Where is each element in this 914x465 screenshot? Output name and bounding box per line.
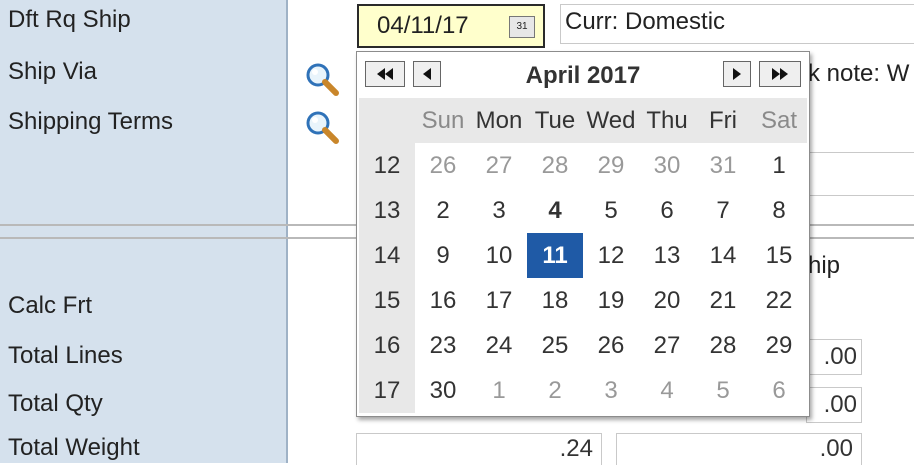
week-row: 15 16 17 18 19 20 21 22: [359, 278, 807, 323]
calendar-day[interactable]: 23: [415, 323, 471, 368]
total-weight-field: .24: [356, 433, 602, 465]
calendar-day[interactable]: 13: [639, 233, 695, 278]
calendar-day[interactable]: 5: [583, 188, 639, 233]
week-number: 17: [359, 368, 415, 413]
calendar-day[interactable]: 5: [695, 368, 751, 413]
right-arrow-icon: [733, 68, 741, 80]
calendar-day[interactable]: 30: [415, 368, 471, 413]
calendar-day[interactable]: 29: [583, 143, 639, 188]
prev-month-button[interactable]: [413, 61, 441, 87]
total-qty-field: .00: [806, 387, 862, 423]
calendar-day[interactable]: 25: [527, 323, 583, 368]
calendar-day[interactable]: 17: [471, 278, 527, 323]
week-number: 13: [359, 188, 415, 233]
total-qty-label: Total Qty: [8, 390, 103, 417]
calendar-day[interactable]: 22: [751, 278, 807, 323]
calendar-day[interactable]: 29: [751, 323, 807, 368]
dft-rq-ship-date-input[interactable]: 04/11/17 31: [357, 4, 545, 48]
calendar-day-selected[interactable]: 11: [527, 233, 583, 278]
day-header: Fri: [695, 98, 751, 143]
magnifier-icon: [306, 63, 339, 96]
calendar-day[interactable]: 21: [695, 278, 751, 323]
shipping-terms-lookup-button[interactable]: [302, 108, 342, 148]
magnifier-icon: [306, 111, 339, 144]
week-row: 14 9 10 11 12 13 14 15: [359, 233, 807, 278]
calendar-day[interactable]: 19: [583, 278, 639, 323]
total-lines-label: Total Lines: [8, 342, 123, 369]
calendar-grid: Sun Mon Tue Wed Thu Fri Sat 12 26 27 28 …: [359, 98, 807, 413]
calendar-day[interactable]: 1: [751, 143, 807, 188]
calendar-popup: April 2017 Sun Mon Tue Wed Thu Fri Sat 1…: [356, 51, 810, 417]
calendar-day[interactable]: 26: [415, 143, 471, 188]
ship-via-lookup-button[interactable]: [302, 60, 342, 100]
calendar-day[interactable]: 18: [527, 278, 583, 323]
ship-via-label: Ship Via: [8, 58, 97, 85]
total-weight-field-2: .00: [616, 433, 862, 465]
calendar-day[interactable]: 24: [471, 323, 527, 368]
calendar-day[interactable]: 3: [583, 368, 639, 413]
calendar-day[interactable]: 12: [583, 233, 639, 278]
week-row: 13 2 3 4 5 6 7 8: [359, 188, 807, 233]
day-header: Sun: [415, 98, 471, 143]
calendar-day[interactable]: 30: [639, 143, 695, 188]
calendar-day-today[interactable]: 4: [527, 188, 583, 233]
prev-year-button[interactable]: [365, 61, 405, 87]
calendar-day[interactable]: 20: [639, 278, 695, 323]
calendar-day[interactable]: 2: [415, 188, 471, 233]
next-month-button[interactable]: [723, 61, 751, 87]
calendar-day[interactable]: 16: [415, 278, 471, 323]
day-header: Tue: [527, 98, 583, 143]
currency-field: Curr: Domestic: [560, 4, 914, 44]
week-row: 12 26 27 28 29 30 31 1: [359, 143, 807, 188]
dft-rq-ship-label: Dft Rq Ship: [8, 6, 131, 33]
calendar-day[interactable]: 27: [471, 143, 527, 188]
note-text: k note: W: [808, 60, 910, 87]
calendar-day[interactable]: 26: [583, 323, 639, 368]
calendar-day[interactable]: 6: [751, 368, 807, 413]
calendar-day[interactable]: 1: [471, 368, 527, 413]
week-row: 16 23 24 25 26 27 28 29: [359, 323, 807, 368]
week-row: 17 30 1 2 3 4 5 6: [359, 368, 807, 413]
date-value: 04/11/17: [377, 12, 469, 39]
calendar-day[interactable]: 27: [639, 323, 695, 368]
week-number: 12: [359, 143, 415, 188]
calendar-day[interactable]: 14: [695, 233, 751, 278]
day-header-row: Sun Mon Tue Wed Thu Fri Sat: [359, 98, 807, 143]
calendar-day[interactable]: 10: [471, 233, 527, 278]
calendar-day[interactable]: 31: [695, 143, 751, 188]
day-header: Wed: [583, 98, 639, 143]
next-year-button[interactable]: [759, 61, 801, 87]
calendar-day[interactable]: 15: [751, 233, 807, 278]
calendar-day[interactable]: 4: [639, 368, 695, 413]
total-weight-label: Total Weight: [8, 434, 140, 461]
calendar-day[interactable]: 3: [471, 188, 527, 233]
ship-text: hip: [808, 252, 841, 279]
calendar-day[interactable]: 6: [639, 188, 695, 233]
calendar-day[interactable]: 28: [695, 323, 751, 368]
background-field[interactable]: [808, 152, 914, 196]
total-lines-field: .00: [806, 339, 862, 375]
week-number: 16: [359, 323, 415, 368]
double-right-arrow-icon: [780, 68, 788, 80]
double-right-arrow-icon: [772, 68, 780, 80]
calendar-day[interactable]: 28: [527, 143, 583, 188]
calendar-day[interactable]: 7: [695, 188, 751, 233]
week-number-header: [359, 98, 415, 143]
left-arrow-icon: [423, 68, 431, 80]
calc-frt-label: Calc Frt: [8, 292, 92, 319]
day-header: Mon: [471, 98, 527, 143]
calendar-day[interactable]: 8: [751, 188, 807, 233]
day-header: Thu: [639, 98, 695, 143]
week-number: 15: [359, 278, 415, 323]
double-left-arrow-icon: [385, 68, 393, 80]
calendar-day[interactable]: 2: [527, 368, 583, 413]
calendar-day[interactable]: 9: [415, 233, 471, 278]
calendar-icon[interactable]: 31: [509, 16, 535, 38]
double-left-arrow-icon: [377, 68, 385, 80]
week-number: 14: [359, 233, 415, 278]
day-header: Sat: [751, 98, 807, 143]
shipping-terms-label: Shipping Terms: [8, 108, 173, 135]
